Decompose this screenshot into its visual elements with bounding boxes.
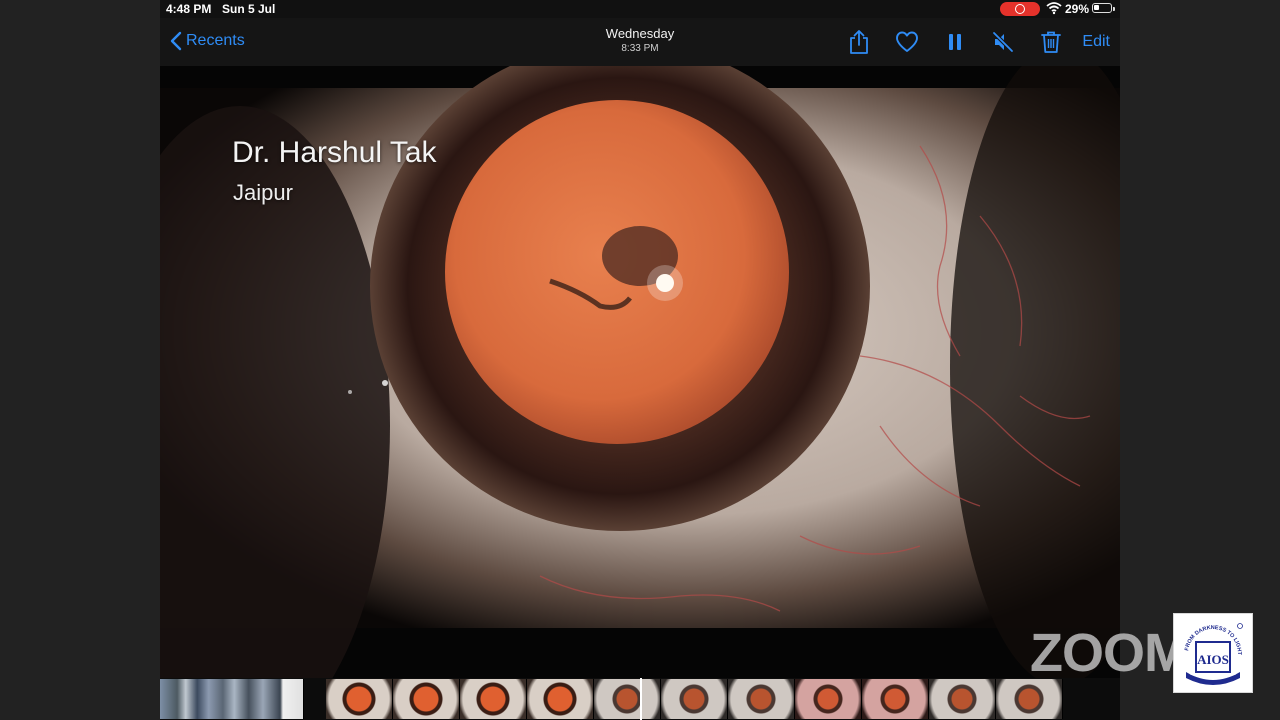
filmstrip-gap [304,679,326,719]
filmstrip-thumbnail[interactable] [661,679,728,719]
status-bar: 4:48 PM Sun 5 Jul 29% [160,0,1120,18]
mute-button[interactable] [990,29,1016,55]
photo-nav-bar: Recents Wednesday 8:33 PM Edit [160,18,1120,66]
back-button[interactable]: Recents [170,29,245,53]
status-date: Sun 5 Jul [222,2,276,16]
surgeon-city: Jaipur [233,180,293,205]
zoom-watermark: ZOOM [1030,623,1189,683]
surgeon-name: Dr. Harshul Tak [232,136,437,169]
left-letterbox [0,0,160,720]
filmstrip-thumbnail[interactable] [393,679,460,719]
trash-icon [1041,31,1062,53]
scrubber-playhead[interactable] [640,678,642,720]
battery-percentage: 29% [1065,2,1090,16]
mute-icon [993,31,1014,53]
media-day: Wednesday [605,26,675,41]
ipad-screen: 4:48 PM Sun 5 Jul 29% Recents Wednesday … [160,0,1120,720]
media-title: Wednesday 8:33 PM [540,26,740,56]
share-button[interactable] [846,29,872,55]
society-logo: FROM DARKNESS TO LIGHT AIOS [1173,613,1253,693]
filmstrip-thumbnail[interactable] [996,679,1063,719]
battery-icon [1092,3,1115,13]
screen-recording-indicator[interactable] [1000,2,1040,16]
filmstrip-thumbnail[interactable] [728,679,795,719]
filmstrip-thumbnail[interactable] [862,679,929,719]
filmstrip-thumbnail[interactable] [795,679,862,719]
right-letterbox [1120,0,1280,720]
back-button-label: Recents [186,32,245,49]
status-time: 4:48 PM [166,2,212,16]
favorite-button[interactable] [894,29,920,55]
chevron-left-icon [170,31,182,51]
wifi-icon [1046,2,1062,15]
delete-button[interactable] [1038,29,1064,55]
aios-logo-icon: FROM DARKNESS TO LIGHT AIOS [1184,623,1243,685]
filmstrip-thumbnail[interactable] [594,679,661,719]
media-time: 8:33 PM [621,43,659,54]
share-icon [850,30,869,54]
heart-icon [896,31,919,52]
filmstrip-thumbnail[interactable] [527,679,594,719]
video-player[interactable]: Dr. Harshul Tak Jaipur [160,66,1120,678]
pause-icon [949,34,962,50]
nav-actions: Edit [824,27,1110,57]
filmstrip-thumbnail[interactable] [929,679,996,719]
pause-button[interactable] [942,29,968,55]
filmstrip-thumbnail[interactable] [160,679,304,719]
filmstrip-thumbnail[interactable] [326,679,393,719]
svg-text:AIOS: AIOS [1197,652,1229,667]
edit-button[interactable]: Edit [1082,33,1110,51]
filmstrip-thumbnail[interactable] [460,679,527,719]
